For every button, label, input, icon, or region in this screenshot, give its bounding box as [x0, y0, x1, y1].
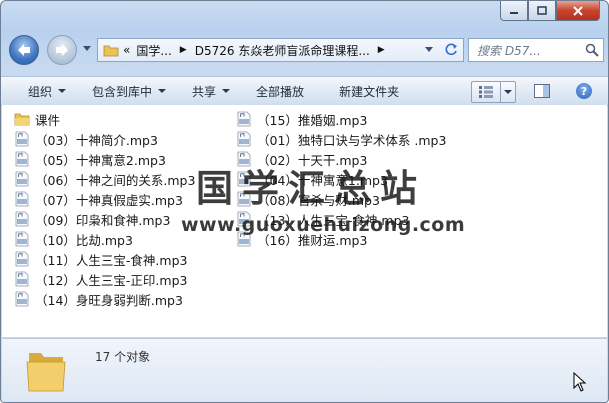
mp3-file-icon [15, 151, 29, 167]
file-item[interactable]: （09）印枭和食神.mp3 [14, 209, 195, 229]
file-item[interactable]: （05）十神寓意2.mp3 [14, 149, 195, 169]
navigation-bar: « 国学... ▶ D5726 东焱老师盲派命理课程... ▶ 搜索 D57..… [9, 35, 604, 65]
file-item[interactable]: （06）十神之间的关系.mp3 [14, 169, 195, 189]
file-item[interactable]: （10）比劫.mp3 [14, 229, 195, 249]
minimize-icon [510, 11, 518, 14]
watermark-url: www.guoxuehuizong.com [181, 214, 466, 236]
file-name: （12）人生三宝-正印.mp3 [35, 272, 188, 288]
file-name: （05）十神寓意2.mp3 [35, 152, 166, 168]
address-back-glyph[interactable]: « [123, 43, 130, 57]
mp3-file-icon [15, 251, 29, 267]
file-item[interactable]: （12）人生三宝-正印.mp3 [14, 269, 195, 289]
folder-item[interactable]: 课件 [14, 109, 195, 129]
dropdown-arrow-icon [504, 89, 512, 94]
folder-icon [26, 353, 66, 392]
change-view-button[interactable] [472, 82, 500, 102]
search-placeholder[interactable]: 搜索 D57... [469, 42, 585, 59]
address-tools [419, 38, 464, 62]
file-item[interactable]: （14）身旺身弱判断.mp3 [14, 289, 195, 309]
caption-buttons [500, 1, 600, 21]
include-in-library-menu[interactable]: 包含到库中 [79, 77, 179, 105]
views-control[interactable] [471, 81, 516, 103]
mp3-file-icon [15, 291, 29, 307]
file-item[interactable]: （01）独特口诀与学术体系 .mp3 [236, 129, 446, 149]
dropdown-arrow-icon [58, 89, 67, 93]
organize-label: 组织 [28, 84, 53, 99]
address-bar[interactable]: « 国学... ▶ D5726 东焱老师盲派命理课程... ▶ [97, 38, 421, 62]
file-name: （07）十神真假虚实.mp3 [35, 192, 183, 208]
new-folder-button[interactable]: 新建文件夹 [317, 77, 412, 105]
mp3-file-icon [15, 211, 29, 227]
mp3-file-icon [237, 131, 251, 147]
dropdown-arrow-icon [222, 89, 231, 93]
mp3-file-icon [237, 111, 251, 127]
mp3-file-icon [15, 191, 29, 207]
folder-icon [103, 45, 119, 57]
organize-menu[interactable]: 组织 [1, 77, 79, 105]
file-name: 课件 [35, 112, 61, 128]
minimize-button[interactable] [500, 1, 528, 21]
maximize-icon [537, 6, 547, 15]
breadcrumb-item[interactable]: 国学... [136, 42, 171, 59]
command-bar: 组织 包含到库中 共享 全部播放 新建文件夹 ? [1, 76, 608, 106]
explorer-window: « 国学... ▶ D5726 东焱老师盲派命理课程... ▶ 搜索 D57..… [0, 0, 609, 403]
breadcrumb-separator-icon[interactable]: ▶ [378, 45, 385, 55]
breadcrumb-item[interactable]: D5726 东焱老师盲派命理课程... [195, 42, 370, 59]
help-icon[interactable]: ? [576, 83, 592, 99]
mp3-file-icon [15, 131, 29, 147]
details-pane: 17 个对象 [2, 338, 607, 402]
include-in-library-label: 包含到库中 [92, 84, 153, 99]
mouse-pointer-icon [573, 372, 587, 392]
preview-pane-icon[interactable] [534, 84, 550, 98]
back-button[interactable] [9, 35, 39, 65]
play-all-label: 全部播放 [256, 84, 305, 99]
search-box[interactable]: 搜索 D57... [468, 38, 604, 62]
back-arrow-icon [18, 44, 30, 56]
close-icon [573, 5, 583, 16]
folder-icon [14, 113, 30, 126]
file-name: （14）身旺身弱判断.mp3 [35, 292, 183, 308]
file-name: （09）印枭和食神.mp3 [35, 212, 171, 228]
file-item[interactable]: （07）十神真假虚实.mp3 [14, 189, 195, 209]
watermark-title: 国学汇总站 [196, 166, 426, 210]
file-name: （11）人生三宝-食神.mp3 [35, 252, 188, 268]
file-item[interactable]: （15）推婚姻.mp3 [236, 109, 446, 129]
forward-arrow-icon [56, 44, 68, 56]
maximize-button[interactable] [528, 1, 556, 21]
mp3-file-icon [15, 231, 29, 247]
file-name: （03）十神简介.mp3 [35, 132, 158, 148]
recent-pages-dropdown[interactable] [83, 46, 91, 51]
file-column-left: 课件 （03）十神简介.mp3 （05）十神寓意2.mp3 （06）十神之间的关系.m… [14, 109, 195, 309]
dropdown-arrow-icon [158, 89, 167, 93]
file-name: （10）比劫.mp3 [35, 232, 133, 248]
breadcrumb-separator-icon[interactable]: ▶ [180, 45, 187, 55]
file-item[interactable]: （11）人生三宝-食神.mp3 [14, 249, 195, 269]
forward-button[interactable] [47, 35, 77, 65]
play-all-button[interactable]: 全部播放 [243, 77, 317, 105]
view-icon [479, 86, 493, 98]
share-label: 共享 [192, 84, 217, 99]
new-folder-label: 新建文件夹 [339, 84, 400, 99]
file-name: （15）推婚姻.mp3 [257, 112, 368, 128]
file-name: （01）独特口诀与学术体系 .mp3 [257, 132, 447, 148]
close-button[interactable] [556, 1, 600, 21]
file-item[interactable]: （03）十神简介.mp3 [14, 129, 195, 149]
object-count: 17 个对象 [95, 350, 151, 364]
file-name: （06）十神之间的关系.mp3 [35, 172, 196, 188]
refresh-icon[interactable] [444, 43, 458, 57]
view-options-dropdown[interactable] [500, 82, 515, 102]
mp3-file-icon [15, 271, 29, 287]
address-dropdown-icon[interactable] [424, 47, 433, 53]
share-menu[interactable]: 共享 [179, 77, 243, 105]
search-icon[interactable] [585, 43, 599, 57]
mp3-file-icon [15, 171, 29, 187]
